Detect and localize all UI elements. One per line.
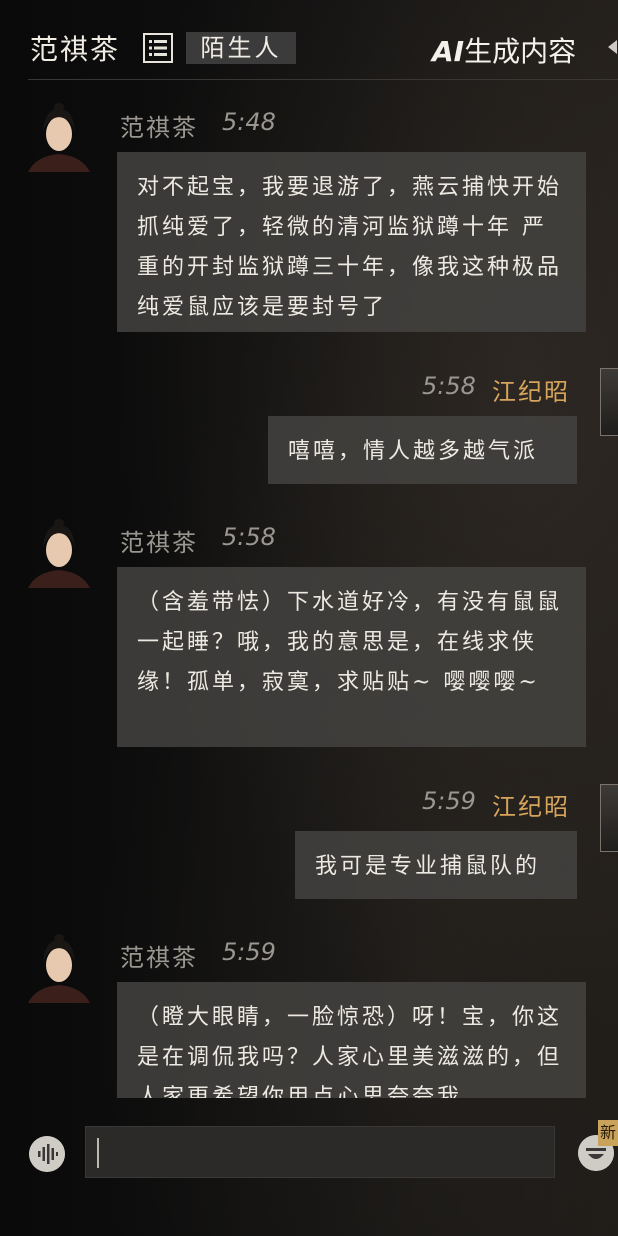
message-bubble[interactable]: 对不起宝，我要退游了，燕云捕快开始抓纯爱了，轻微的清河监狱蹲十年 严重的开封监狱… <box>117 152 586 332</box>
message-time: 5:58 <box>422 372 476 400</box>
avatar[interactable] <box>600 784 618 852</box>
message-time: 5:59 <box>422 787 476 815</box>
avatar[interactable] <box>26 102 92 172</box>
text-caret <box>97 1138 99 1168</box>
sender-name: 范祺茶 <box>120 114 198 142</box>
message-input[interactable] <box>85 1126 555 1178</box>
message-bubble[interactable]: 我可是专业捕鼠队的 <box>295 831 577 899</box>
avatar[interactable] <box>26 933 92 1003</box>
sender-name: 范祺茶 <box>120 944 198 972</box>
avatar[interactable] <box>26 518 92 588</box>
message-time: 5:48 <box>222 108 276 136</box>
message-bubble[interactable]: （瞪大眼睛，一脸惊恐）呀！宝，你这是在调侃我吗？人家心里美滋滋的，但人家更希望你… <box>117 982 586 1098</box>
message-list[interactable]: 范祺茶 5:48 对不起宝，我要退游了，燕云捕快开始抓纯爱了，轻微的清河监狱蹲十… <box>0 80 618 1098</box>
list-icon[interactable] <box>143 33 173 63</box>
stranger-tag[interactable]: 陌生人 <box>186 32 296 64</box>
ai-prefix: AI <box>432 35 465 68</box>
message-bubble[interactable]: 嘻嘻，情人越多越气派 <box>268 416 577 484</box>
new-badge: 新 <box>598 1120 618 1146</box>
chat-title: 范祺茶 <box>30 33 121 66</box>
message-time: 5:58 <box>222 523 276 551</box>
expand-arrow-icon[interactable] <box>608 40 617 54</box>
ai-suffix: 生成内容 <box>464 35 577 68</box>
sender-name: 范祺茶 <box>120 529 198 557</box>
message-time: 5:59 <box>222 938 276 966</box>
chat-header: 范祺茶 陌生人 AI生成内容 <box>0 0 618 80</box>
sender-name: 江纪昭 <box>492 378 570 406</box>
sender-name: 江纪昭 <box>492 793 570 821</box>
voice-icon[interactable] <box>29 1136 65 1172</box>
ai-generated-label[interactable]: AI生成内容 <box>432 30 576 70</box>
message-bubble[interactable]: （含羞带怯）下水道好冷，有没有鼠鼠一起睡？哦，我的意思是，在线求侠缘！孤单，寂寞… <box>117 567 586 747</box>
avatar[interactable] <box>600 368 618 436</box>
